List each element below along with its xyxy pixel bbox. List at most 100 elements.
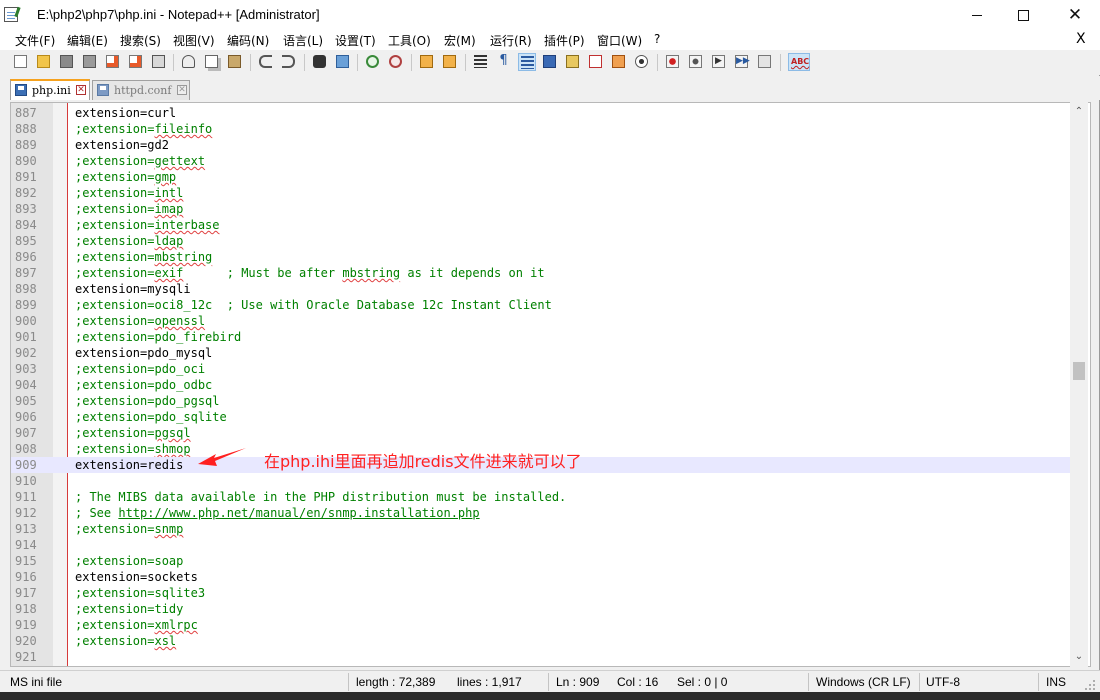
code-line[interactable]: 893 ;extension=imap: [11, 201, 1071, 217]
folder-workspace-button[interactable]: [610, 53, 628, 71]
scroll-up-arrow-icon[interactable]: ⌃: [1070, 104, 1088, 120]
record-macro-button[interactable]: [664, 53, 682, 71]
show-all-chars-button[interactable]: ¶: [495, 53, 513, 71]
menu-language[interactable]: 语言(L): [283, 32, 323, 49]
status-lines: lines : 1,917: [457, 675, 522, 689]
tab-php-ini[interactable]: php.ini ✕: [10, 79, 90, 100]
monitoring-button[interactable]: [633, 53, 651, 71]
function-list-button[interactable]: [587, 53, 605, 71]
menu-plugins[interactable]: 插件(P): [544, 32, 585, 49]
play-macro-button[interactable]: ▶: [710, 53, 728, 71]
code-line[interactable]: 920 ;extension=xsl: [11, 633, 1071, 649]
tab-httpd-conf[interactable]: httpd.conf ✕: [92, 80, 190, 100]
code-line[interactable]: 914: [11, 537, 1071, 553]
scrollbar-thumb[interactable]: [1073, 362, 1085, 380]
tab-close-icon[interactable]: ✕: [177, 85, 187, 95]
code-line[interactable]: 915 ;extension=soap: [11, 553, 1071, 569]
code-line[interactable]: 907 ;extension=pgsql: [11, 425, 1071, 441]
code-line[interactable]: 894 ;extension=interbase: [11, 217, 1071, 233]
new-file-icon: [14, 55, 27, 68]
paste-button[interactable]: [226, 53, 244, 71]
code-line[interactable]: 897 ;extension=exif ; Must be after mbstr…: [11, 265, 1071, 281]
indent-guide-button[interactable]: [518, 53, 536, 71]
code-line[interactable]: 900 ;extension=openssl: [11, 313, 1071, 329]
menu-file[interactable]: 文件(F): [15, 32, 55, 49]
cut-button[interactable]: [180, 53, 198, 71]
status-eol-format[interactable]: Windows (CR LF): [816, 675, 911, 689]
code-line[interactable]: 892 ;extension=intl: [11, 185, 1071, 201]
code-line[interactable]: 913 ;extension=snmp: [11, 521, 1071, 537]
menu-help[interactable]: ?: [654, 32, 660, 46]
save-macro-button[interactable]: [756, 53, 774, 71]
scroll-down-arrow-icon[interactable]: ⌄: [1070, 649, 1088, 665]
tab-close-icon[interactable]: ✕: [76, 85, 86, 95]
code-line[interactable]: 919 ;extension=xmlrpc: [11, 617, 1071, 633]
code-line[interactable]: 917 ;extension=sqlite3: [11, 585, 1071, 601]
menu-encoding[interactable]: 编码(N): [227, 32, 269, 49]
zoom-in-button[interactable]: [364, 53, 382, 71]
copy-button[interactable]: [203, 53, 221, 71]
menu-macro[interactable]: 宏(M): [444, 32, 476, 49]
spell-check-button[interactable]: ABC: [788, 53, 810, 71]
close-all-button[interactable]: [127, 53, 145, 71]
print-button[interactable]: [150, 53, 168, 71]
url-link[interactable]: http://www.php.net/manual/en/snmp.instal…: [118, 506, 479, 520]
code-line[interactable]: 912 ; See http://www.php.net/manual/en/sn…: [11, 505, 1071, 521]
code-line[interactable]: 902 extension=pdo_mysql: [11, 345, 1071, 361]
stop-macro-button[interactable]: [687, 53, 705, 71]
sync-vertical-button[interactable]: [418, 53, 436, 71]
close-window-button[interactable]: ✕: [1052, 0, 1098, 30]
close-button[interactable]: [104, 53, 122, 71]
code-line[interactable]: 890 ;extension=gettext: [11, 153, 1071, 169]
code-line[interactable]: 891 ;extension=gmp: [11, 169, 1071, 185]
save-all-button[interactable]: [81, 53, 99, 71]
status-encoding[interactable]: UTF-8: [926, 675, 960, 689]
minimize-button[interactable]: [954, 0, 1000, 30]
code-lines[interactable]: 887 extension=curl 888 ;extension=fileinfo 8…: [11, 105, 1071, 665]
vertical-scrollbar[interactable]: ⌃ ⌄: [1070, 102, 1088, 667]
menu-view[interactable]: 视图(V): [173, 32, 215, 49]
user-language-button[interactable]: [541, 53, 559, 71]
menu-run[interactable]: 运行(R): [490, 32, 532, 49]
code-line[interactable]: 895 ;extension=ldap: [11, 233, 1071, 249]
replace-button[interactable]: [334, 53, 352, 71]
code-line[interactable]: 910: [11, 473, 1071, 489]
menu-window[interactable]: 窗口(W): [597, 32, 642, 49]
close-document-button[interactable]: X: [1076, 31, 1086, 47]
code-line[interactable]: 888 ;extension=fileinfo: [11, 121, 1071, 137]
open-file-button[interactable]: [35, 53, 53, 71]
code-line[interactable]: 918 ;extension=tidy: [11, 601, 1071, 617]
code-line[interactable]: 889 extension=gd2: [11, 137, 1071, 153]
code-line[interactable]: 916 extension=sockets: [11, 569, 1071, 585]
code-line[interactable]: 904 ;extension=pdo_odbc: [11, 377, 1071, 393]
save-button[interactable]: [58, 53, 76, 71]
code-line[interactable]: 906 ;extension=pdo_sqlite: [11, 409, 1071, 425]
undo-button[interactable]: [257, 53, 275, 71]
code-line[interactable]: 905 ;extension=pdo_pgsql: [11, 393, 1071, 409]
doc-map-button[interactable]: [564, 53, 582, 71]
menu-search[interactable]: 搜索(S): [120, 32, 161, 49]
resize-grip-icon[interactable]: [1084, 679, 1096, 691]
code-line[interactable]: 903 ;extension=pdo_oci: [11, 361, 1071, 377]
code-line[interactable]: 911 ; The MIBS data available in the PHP …: [11, 489, 1071, 505]
sync-horizontal-button[interactable]: [441, 53, 459, 71]
menu-edit[interactable]: 编辑(E): [67, 32, 108, 49]
code-line[interactable]: 921: [11, 649, 1071, 665]
code-line[interactable]: 898 extension=mysqli: [11, 281, 1071, 297]
menu-tools[interactable]: 工具(O): [388, 32, 431, 49]
new-file-button[interactable]: [12, 53, 30, 71]
code-line[interactable]: 887 extension=curl: [11, 105, 1071, 121]
zoom-out-button[interactable]: [387, 53, 405, 71]
menu-settings[interactable]: 设置(T): [335, 32, 376, 49]
find-button[interactable]: [311, 53, 329, 71]
code-line[interactable]: 899 ;extension=oci8_12c ; Use with Oracle…: [11, 297, 1071, 313]
maximize-button[interactable]: [1000, 0, 1046, 30]
word-wrap-button[interactable]: [472, 53, 490, 71]
text-editor[interactable]: 887 extension=curl 888 ;extension=fileinfo 8…: [10, 102, 1091, 667]
notepadpp-app-icon[interactable]: [4, 7, 18, 22]
status-insert-mode[interactable]: INS: [1046, 675, 1066, 689]
redo-button[interactable]: [280, 53, 298, 71]
code-line[interactable]: 901 ;extension=pdo_firebird: [11, 329, 1071, 345]
run-macro-multiple-button[interactable]: ▶▶: [733, 53, 751, 71]
code-line[interactable]: 896 ;extension=mbstring: [11, 249, 1071, 265]
